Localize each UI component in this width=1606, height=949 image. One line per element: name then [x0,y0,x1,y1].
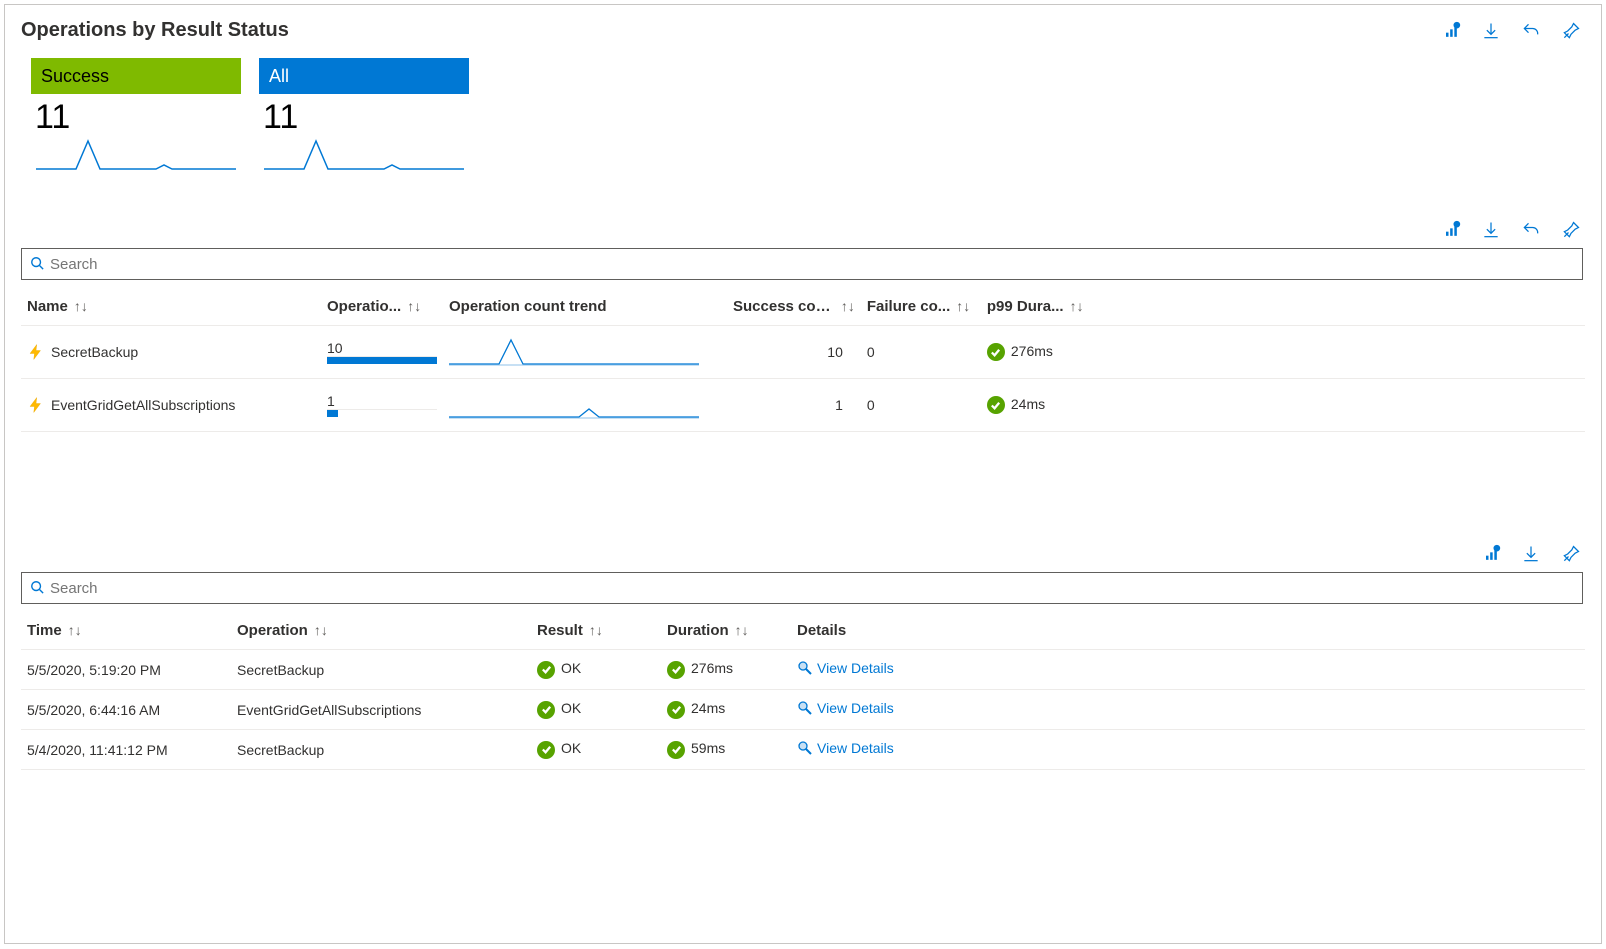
sort-icon: ↑↓ [729,622,749,638]
ops-th-failure[interactable]: Failure co...↑↓ [861,284,981,326]
ops-row-p99: 276ms [981,326,1101,379]
ops-row-success: 10 [723,326,861,379]
ops-row-trend [443,379,723,432]
event-result: OK [531,730,661,770]
events-th-operation[interactable]: Operation↑↓ [231,608,531,650]
card-all-spark [259,137,469,173]
log-analytics-icon[interactable] [1439,218,1463,242]
ops-th-p99[interactable]: p99 Dura...↑↓ [981,284,1101,326]
ops-row-count: 1 [327,393,437,409]
kpi-cards-row: Success 11 All 11 [31,58,1585,198]
ops-row-count: 10 [327,340,437,356]
download-icon[interactable] [1479,19,1503,43]
lightning-icon [27,343,45,361]
events-th-details[interactable]: Details [791,608,1585,650]
check-circle-icon [667,661,685,679]
ops-row-name: SecretBackup [51,344,138,360]
card-success-label: Success [31,58,241,94]
ops-row-p99: 24ms [981,379,1101,432]
view-details-link[interactable]: View Details [817,700,894,716]
card-all-label: All [259,58,469,94]
event-time: 5/4/2020, 11:41:12 PM [21,730,231,770]
check-circle-icon [667,701,685,719]
sort-icon: ↑↓ [68,298,88,314]
event-result: OK [531,690,661,730]
events-th-result[interactable]: Result↑↓ [531,608,661,650]
page-title: Operations by Result Status [21,19,289,42]
undo-icon[interactable] [1519,19,1543,43]
log-analytics-icon[interactable] [1479,542,1503,566]
events-th-time[interactable]: Time↑↓ [21,608,231,650]
ops-row-trend [443,326,723,379]
download-icon[interactable] [1519,542,1543,566]
events-search-box[interactable] [21,572,1583,604]
event-operation: SecretBackup [231,650,531,690]
check-circle-icon [537,701,555,719]
sort-icon: ↑↓ [401,298,421,314]
ops-row-failure: 0 [861,326,981,379]
event-duration: 276ms [661,650,791,690]
sort-icon: ↑↓ [308,622,328,638]
event-time: 5/5/2020, 6:44:16 AM [21,690,231,730]
ops-row-name: EventGridGetAllSubscriptions [51,397,235,413]
check-circle-icon [987,396,1005,414]
ops-th-trend[interactable]: Operation count trend [443,284,723,326]
card-success-value: 11 [31,94,241,137]
magnifier-icon [797,660,813,679]
ops-th-count[interactable]: Operatio...↑↓ [321,284,443,326]
ops-th-success[interactable]: Success count↑↓ [723,284,861,326]
ops-table: Name↑↓ Operatio...↑↓ Operation count tre… [21,284,1585,432]
event-result: OK [531,650,661,690]
pin-icon[interactable] [1559,19,1583,43]
ops-table-row[interactable]: EventGridGetAllSubscriptions 1 1 0 24ms [21,379,1585,432]
check-circle-icon [987,343,1005,361]
sort-icon: ↑↓ [835,298,855,314]
events-table-row[interactable]: 5/4/2020, 11:41:12 PM SecretBackup OK 59… [21,730,1585,770]
event-time: 5/5/2020, 5:19:20 PM [21,650,231,690]
events-table-row[interactable]: 5/5/2020, 6:44:16 AM EventGridGetAllSubs… [21,690,1585,730]
magnifier-icon [797,700,813,719]
view-details-link[interactable]: View Details [817,660,894,676]
events-toolbar [1479,542,1585,566]
lightning-icon [27,396,45,414]
magnifier-icon [797,740,813,759]
card-success[interactable]: Success 11 [31,58,241,198]
sort-icon: ↑↓ [1064,298,1084,314]
ops-search-input[interactable] [44,256,1574,273]
event-operation: SecretBackup [231,730,531,770]
sort-icon: ↑↓ [583,622,603,638]
sort-icon: ↑↓ [62,622,82,638]
undo-icon[interactable] [1519,218,1543,242]
download-icon[interactable] [1479,218,1503,242]
search-icon [30,580,44,597]
events-table-row[interactable]: 5/5/2020, 5:19:20 PM SecretBackup OK 276… [21,650,1585,690]
events-table: Time↑↓ Operation↑↓ Result↑↓ Duration↑↓ D… [21,608,1585,770]
events-search-input[interactable] [44,580,1574,597]
ops-search-box[interactable] [21,248,1583,280]
ops-th-name[interactable]: Name↑↓ [21,284,321,326]
pin-icon[interactable] [1559,218,1583,242]
card-success-spark [31,137,241,173]
view-details-link[interactable]: View Details [817,740,894,756]
check-circle-icon [667,741,685,759]
check-circle-icon [537,661,555,679]
ops-row-failure: 0 [861,379,981,432]
check-circle-icon [537,741,555,759]
sort-icon: ↑↓ [950,298,970,314]
ops-table-row[interactable]: SecretBackup 10 10 0 276ms [21,326,1585,379]
pin-icon[interactable] [1559,542,1583,566]
event-duration: 59ms [661,730,791,770]
ops-toolbar [1439,218,1585,242]
log-analytics-icon[interactable] [1439,19,1463,43]
card-all[interactable]: All 11 [259,58,469,198]
search-icon [30,256,44,273]
ops-row-success: 1 [723,379,861,432]
card-all-value: 11 [259,94,469,137]
event-duration: 24ms [661,690,791,730]
top-toolbar [1439,19,1585,43]
events-th-duration[interactable]: Duration↑↓ [661,608,791,650]
event-operation: EventGridGetAllSubscriptions [231,690,531,730]
